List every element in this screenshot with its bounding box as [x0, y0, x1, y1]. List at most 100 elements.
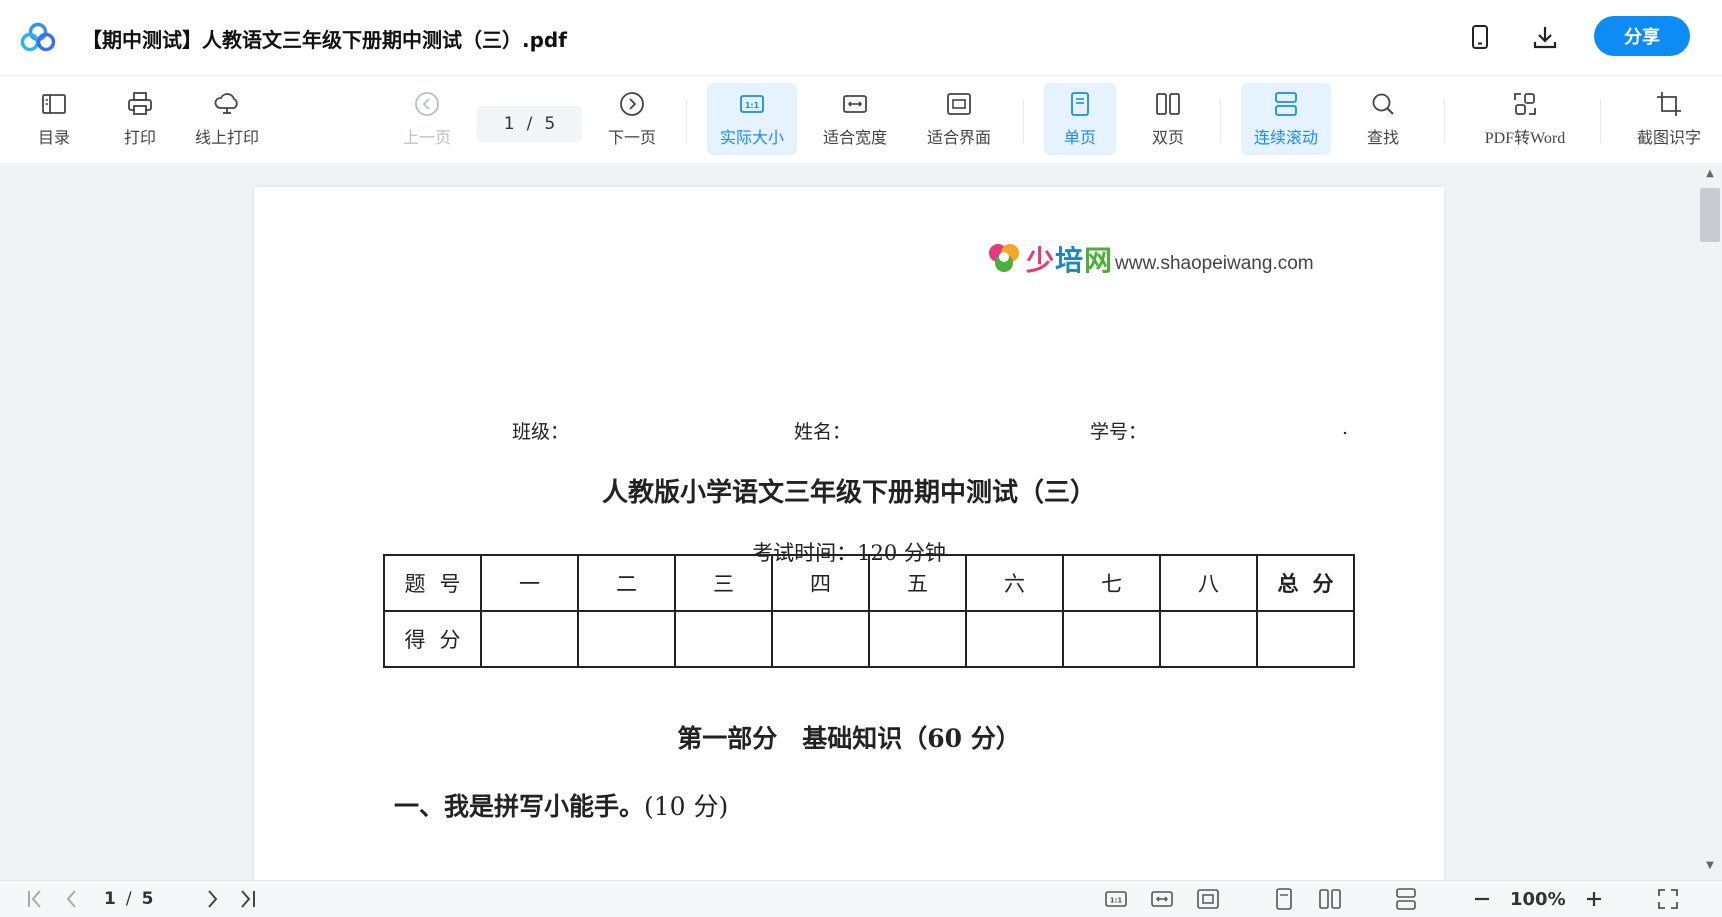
toc-label: 目录: [37, 128, 70, 147]
document-title: 【期中测试】人教语文三年级下册期中测试（三）.pdf: [82, 28, 567, 52]
status-single-page-button[interactable]: [1272, 887, 1296, 911]
class-label: 班级：: [512, 421, 570, 443]
continuous-scroll-icon: [1396, 888, 1416, 910]
online-print-label: 线上打印: [194, 128, 259, 147]
chevron-left-circle-icon: [415, 92, 439, 116]
next-page-button[interactable]: 下一页: [599, 83, 665, 155]
phone-view-button[interactable]: [1463, 20, 1497, 54]
single-page-button[interactable]: 单页: [1044, 83, 1116, 155]
fit-width-label: 适合宽度: [822, 128, 887, 147]
continuous-scroll-icon: [1275, 92, 1297, 116]
screenshot-ocr-label: 截图识字: [1636, 128, 1701, 147]
single-page-icon: [1276, 888, 1292, 910]
actual-size-icon: 1:1: [1105, 891, 1127, 907]
table-row: 得分: [383, 610, 1355, 668]
download-button[interactable]: [1528, 20, 1562, 54]
table-cell: [965, 610, 1064, 668]
table-cell: [674, 610, 773, 668]
crop-icon: [1657, 92, 1681, 116]
status-total-pages: 5: [141, 889, 154, 909]
double-page-icon: [1156, 93, 1180, 115]
fit-width-button[interactable]: 适合宽度: [813, 83, 897, 155]
fit-screen-icon: [1197, 889, 1219, 909]
print-button[interactable]: 打印: [112, 83, 168, 155]
table-cell: 一: [480, 554, 579, 612]
logo-char-2: 培: [1055, 244, 1085, 277]
table-cell: [1256, 610, 1355, 668]
table-cell: 五: [868, 554, 967, 612]
trailing-dot: .: [1342, 417, 1349, 439]
question-points: (10 分): [644, 792, 729, 821]
flower-logo-icon: [989, 244, 1019, 272]
question-title: 一、我是拼写小能手。(10 分): [394, 787, 728, 823]
double-page-icon: [1319, 889, 1341, 909]
toolbar-divider: [1444, 99, 1445, 143]
current-page: 1: [503, 114, 515, 134]
scroll-down-icon[interactable]: ▼: [1700, 860, 1720, 876]
zoom-in-button[interactable]: [1582, 887, 1606, 911]
table-cell: [1159, 610, 1258, 668]
status-page-separator: /: [125, 889, 132, 909]
toc-button[interactable]: 目录: [26, 83, 82, 155]
vertical-scrollbar[interactable]: [1697, 165, 1722, 880]
status-actual-size-button[interactable]: 1:1: [1104, 887, 1128, 911]
pdf-page: 少 培 网 www.shaopeiwang.com 班级： 姓名： 学号： . …: [254, 187, 1444, 880]
status-continuous-scroll-button[interactable]: [1394, 887, 1418, 911]
zoom-level: 100%: [1510, 889, 1566, 910]
table-cell: 四: [771, 554, 870, 612]
prev-page-status-button[interactable]: [60, 887, 84, 911]
table-cell: [1062, 610, 1161, 668]
zoom-out-button[interactable]: [1470, 887, 1494, 911]
online-print-button[interactable]: 线上打印: [188, 83, 266, 155]
actual-size-icon: 1:1: [740, 95, 764, 113]
share-button[interactable]: 分享: [1594, 16, 1690, 56]
cloud-print-icon: [214, 93, 238, 114]
logo-char-1: 少: [1026, 244, 1056, 277]
screenshot-ocr-button[interactable]: 截图识字: [1628, 83, 1710, 155]
pdf-to-word-button[interactable]: PDF转Word: [1470, 83, 1580, 155]
next-page-status-button[interactable]: [200, 887, 224, 911]
double-page-label: 双页: [1151, 128, 1184, 147]
toolbar: 目录 打印 线上打印 上一页 1 / 5 下一页 1:1 实际大小 适合宽度 适…: [0, 77, 1722, 164]
convert-icon: [1514, 93, 1536, 115]
table-cell: 题号: [383, 554, 482, 612]
minus-icon: [1475, 897, 1489, 901]
actual-size-button[interactable]: 1:1 实际大小: [707, 83, 797, 155]
status-fit-screen-button[interactable]: [1196, 887, 1220, 911]
double-page-button[interactable]: 双页: [1132, 83, 1204, 155]
toolbar-divider: [686, 99, 687, 143]
prev-page-button[interactable]: 上一页: [394, 83, 460, 155]
fit-screen-icon: [947, 93, 971, 115]
app-logo-icon: [20, 22, 56, 52]
document-viewer[interactable]: 少 培 网 www.shaopeiwang.com 班级： 姓名： 学号： . …: [0, 165, 1722, 880]
last-page-icon: [241, 890, 255, 908]
single-page-label: 单页: [1063, 128, 1096, 147]
actual-size-label: 实际大小: [719, 128, 784, 147]
table-cell: 得分: [383, 610, 482, 668]
scroll-up-icon[interactable]: ▲: [1700, 168, 1720, 184]
svg-text:1:1: 1:1: [745, 101, 760, 110]
table-cell: 八: [1159, 554, 1258, 612]
status-fit-width-button[interactable]: [1150, 887, 1174, 911]
status-current-page: 1: [104, 889, 116, 909]
table-cell: 三: [674, 554, 773, 612]
fullscreen-button[interactable]: [1656, 887, 1680, 911]
first-page-button[interactable]: [24, 887, 48, 911]
download-icon: [1533, 27, 1557, 49]
find-label: 查找: [1366, 128, 1399, 147]
name-label: 姓名：: [794, 421, 852, 443]
page-number-input[interactable]: 1 / 5: [477, 106, 582, 142]
toolbar-divider: [1220, 99, 1221, 143]
page-separator: /: [526, 114, 533, 134]
fit-screen-button[interactable]: 适合界面: [917, 83, 1001, 155]
pdf-to-word-label: PDF转Word: [1484, 130, 1566, 147]
scrollbar-thumb[interactable]: [1700, 188, 1720, 242]
status-double-page-button[interactable]: [1318, 887, 1342, 911]
last-page-button[interactable]: [236, 887, 260, 911]
continuous-scroll-button[interactable]: 连续滚动: [1241, 83, 1331, 155]
continuous-scroll-label: 连续滚动: [1253, 128, 1318, 147]
score-table: 题号 一 二 三 四 五 六 七 八 总分 得分: [383, 554, 1355, 668]
search-icon: [1372, 93, 1394, 115]
find-button[interactable]: 查找: [1352, 83, 1414, 155]
table-cell: [868, 610, 967, 668]
